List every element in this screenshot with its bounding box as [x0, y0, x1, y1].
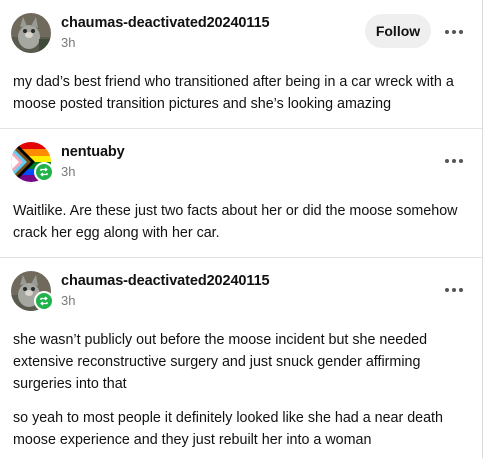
reblog-icon [40, 167, 48, 177]
post-reblog: chaumas-deactivated20240115 3h she wasn’… [0, 258, 482, 458]
post-original: chaumas-deactivated20240115 3h Follow my… [0, 0, 482, 128]
timestamp[interactable]: 3h [61, 35, 75, 50]
post-text: so yeah to most people it definitely loo… [13, 410, 443, 448]
more-options-button[interactable] [441, 280, 467, 300]
username[interactable]: chaumas-deactivated20240115 [61, 15, 270, 31]
reblog-badge [34, 291, 54, 311]
more-horizontal-icon [445, 159, 449, 163]
timestamp[interactable]: 3h [61, 164, 75, 179]
dot [459, 288, 463, 292]
reblog-icon [40, 296, 48, 306]
dot [459, 30, 463, 34]
more-options-button[interactable] [441, 22, 467, 42]
follow-button[interactable]: Follow [365, 14, 431, 48]
username[interactable]: chaumas-deactivated20240115 [61, 273, 270, 289]
dot [459, 159, 463, 163]
dot [452, 288, 456, 292]
username[interactable]: nentuaby [61, 144, 125, 160]
reblog-badge [34, 162, 54, 182]
cat-photo-icon [11, 13, 51, 53]
avatar[interactable] [11, 13, 51, 53]
post-text: my dad’s best friend who transitioned af… [13, 74, 454, 112]
post-text: Waitlike. Are these just two facts about… [13, 203, 458, 241]
dot [452, 159, 456, 163]
more-options-button[interactable] [441, 151, 467, 171]
post-thread: chaumas-deactivated20240115 3h Follow my… [0, 0, 483, 458]
timestamp[interactable]: 3h [61, 293, 75, 308]
dot [452, 30, 456, 34]
more-horizontal-icon [445, 288, 449, 292]
more-horizontal-icon [445, 30, 449, 34]
post-reblog: nentuaby 3h Waitlike. Are these just two… [0, 129, 482, 257]
post-text: she wasn’t publicly out before the moose… [13, 332, 428, 392]
